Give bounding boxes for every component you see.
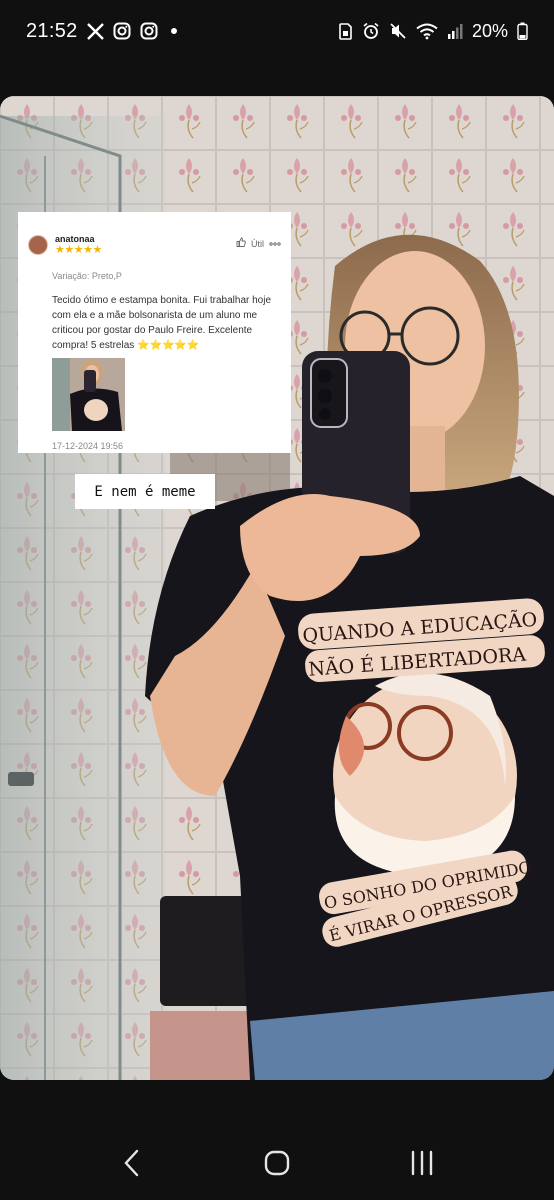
thumbs-up-icon[interactable] (236, 237, 246, 250)
review-user: anatonaa ★★★★★ (55, 234, 102, 256)
battery-percentage: 20% (471, 20, 508, 41)
back-icon (124, 1149, 139, 1176)
wifi-icon (416, 23, 438, 40)
x-icon (86, 22, 104, 40)
home-button[interactable] (247, 1133, 307, 1193)
mute-icon (389, 22, 407, 40)
review-card[interactable]: anatonaa ★★★★★ Útil Variação: Preto,P Te… (18, 212, 291, 453)
notification-dot-icon (167, 24, 181, 38)
status-left: 21:52 (26, 20, 181, 43)
review-variation: Variação: Preto,P (52, 271, 122, 281)
status-right: 20% (338, 21, 528, 42)
navigation-bar (0, 1125, 554, 1200)
recents-icon (411, 1150, 432, 1175)
recents-button[interactable] (392, 1133, 452, 1193)
instagram-icon (140, 22, 158, 40)
alarm-icon (362, 22, 380, 40)
review-photo-thumbnail[interactable] (52, 358, 125, 431)
status-time: 21:52 (26, 19, 78, 42)
sim-icon (338, 22, 353, 40)
home-icon (264, 1150, 290, 1175)
status-bar: 21:52 20% (0, 0, 554, 62)
signal-icon (447, 23, 463, 40)
review-date: 17-12-2024 19:56 (52, 441, 124, 451)
more-options-icon[interactable] (269, 238, 281, 249)
review-text: Tecido ótimo e estampa bonita. Fui traba… (52, 293, 290, 353)
instagram-icon (113, 22, 131, 40)
star-emoji: ⭐⭐⭐⭐⭐ (137, 340, 200, 351)
review-actions: Útil (236, 237, 281, 250)
story-caption: E nem é meme (75, 474, 215, 509)
battery-icon (517, 22, 528, 40)
back-button[interactable] (102, 1133, 162, 1193)
review-username: anatonaa (55, 234, 95, 244)
helpful-button[interactable]: Útil (251, 239, 264, 249)
star-rating: ★★★★★ (55, 244, 102, 256)
review-header: anatonaa ★★★★★ Útil (28, 234, 281, 256)
avatar (28, 235, 48, 255)
